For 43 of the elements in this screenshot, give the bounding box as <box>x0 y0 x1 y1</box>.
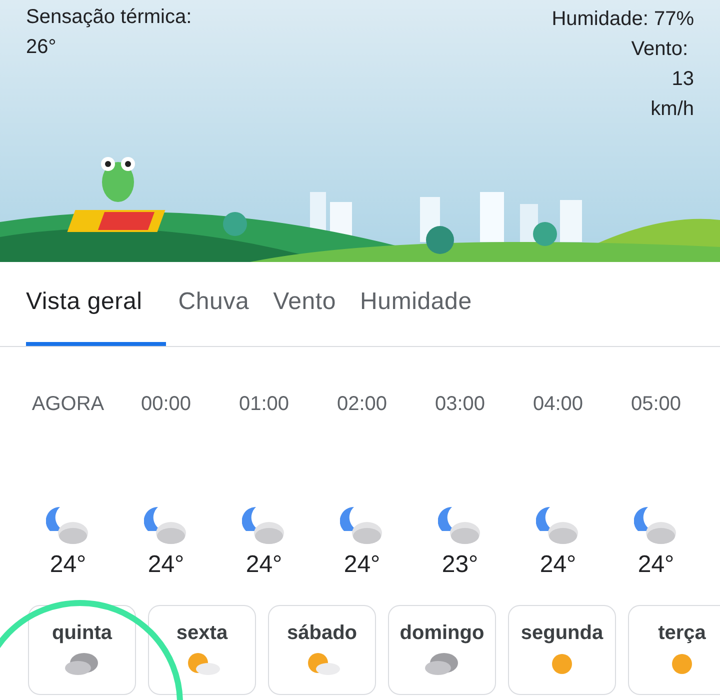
day-name: sábado <box>286 622 358 645</box>
tab[interactable]: Humidade <box>348 262 484 346</box>
day-card[interactable]: segunda <box>508 605 616 695</box>
day-card[interactable]: quinta <box>28 605 136 695</box>
hour-label: 03:00 <box>434 393 486 417</box>
moon-cloud-icon <box>536 505 580 545</box>
moon-cloud-icon <box>144 505 188 545</box>
day-name: terça <box>658 622 706 645</box>
hour-temperature: 24° <box>638 551 674 579</box>
hour-label: 01:00 <box>238 393 290 417</box>
feels-like-value: 26° <box>26 35 58 60</box>
hour-temperature: 24° <box>246 551 282 579</box>
day-card[interactable]: terça <box>628 605 720 695</box>
moon-cloud-icon <box>340 505 384 545</box>
tab[interactable]: Vento <box>261 262 348 346</box>
wind-label: Vento: <box>631 37 688 62</box>
day-name: sexta <box>176 622 228 645</box>
hour-temperature: 24° <box>344 551 380 579</box>
wind-unit: km/h <box>650 97 694 122</box>
feels-like-label: Sensação térmica: <box>26 5 192 30</box>
moon-cloud-icon <box>438 505 482 545</box>
humidity-text: Humidade: 77% <box>552 7 694 32</box>
hour-temperature: 24° <box>50 551 86 579</box>
hour-label: 05:00 <box>630 393 682 417</box>
day-card[interactable]: sexta <box>148 605 256 695</box>
day-card[interactable]: sábado <box>268 605 376 695</box>
hour-label: 02:00 <box>336 393 388 417</box>
day-name: domingo <box>400 622 484 645</box>
tab[interactable]: Vista geral <box>26 262 166 346</box>
day-name: segunda <box>520 622 604 645</box>
wind-value: 13 <box>672 67 694 92</box>
hour-temperature: 24° <box>148 551 184 579</box>
hour-label: 04:00 <box>532 393 584 417</box>
hour-label: 00:00 <box>140 393 192 417</box>
day-name: quinta <box>52 622 112 645</box>
hour-label: AGORA <box>32 393 104 417</box>
moon-cloud-icon <box>46 505 90 545</box>
day-card[interactable]: domingo <box>388 605 496 695</box>
moon-cloud-icon <box>634 505 678 545</box>
hour-temperature: 23° <box>442 551 478 579</box>
hour-temperature: 24° <box>540 551 576 579</box>
tab[interactable]: Chuva <box>166 262 262 346</box>
moon-cloud-icon <box>242 505 286 545</box>
